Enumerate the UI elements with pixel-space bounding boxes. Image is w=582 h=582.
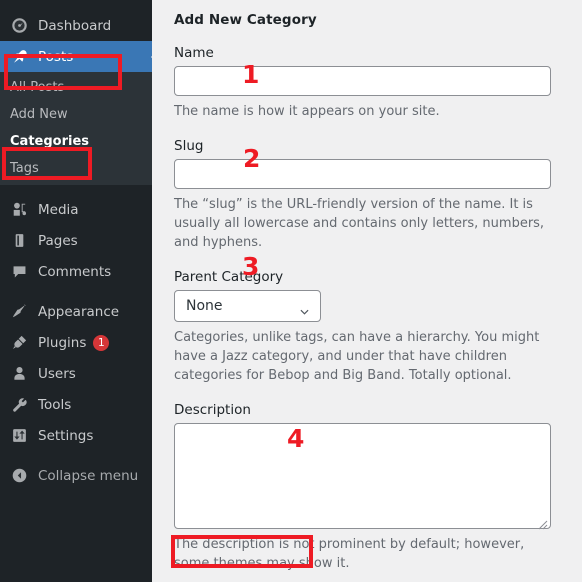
wordpress-admin-screen: Dashboard Posts All Posts Add New Catego… [0,0,582,582]
pin-icon [9,47,29,67]
collapse-arrow-icon [9,466,29,486]
resize-handle-icon[interactable] [537,515,548,530]
settings-sliders-icon [9,426,29,446]
sidebar-subitem-add-new[interactable]: Add New [0,101,152,128]
sidebar-item-label: Plugins [38,334,87,351]
plugins-update-badge: 1 [93,334,110,351]
posts-submenu: All Posts Add New Categories Tags [0,72,152,185]
sidebar-item-label: Users [38,365,76,382]
sidebar-item-collapse-menu[interactable]: Collapse menu [0,460,152,491]
sidebar-item-label: Collapse menu [38,467,139,484]
paintbrush-icon [9,302,29,322]
sidebar-item-label: Pages [38,232,78,249]
name-label: Name [174,45,214,61]
slug-label: Slug [174,138,204,154]
comment-bubble-icon [9,262,29,282]
sidebar-item-appearance[interactable]: Appearance [0,296,152,327]
sidebar-item-label: Appearance [38,303,120,320]
sidebar-item-pages[interactable]: Pages [0,225,152,256]
sidebar-item-posts[interactable]: Posts [0,41,152,72]
sidebar-subitem-all-posts[interactable]: All Posts [0,74,152,101]
sidebar-item-label: Posts [38,48,74,65]
parent-category-selected-value: None [186,298,223,314]
media-camera-icon [9,200,29,220]
plug-icon [9,333,29,353]
field-name: Name [174,45,582,96]
description-help-text: The description is not prominent by defa… [174,537,525,571]
sidebar-item-tools[interactable]: Tools [0,389,152,420]
active-menu-arrow-icon [138,41,152,72]
sidebar-item-settings[interactable]: Settings [0,420,152,451]
pages-icon [9,231,29,251]
sidebar-item-media[interactable]: Media [0,194,152,225]
chevron-down-icon [300,303,309,315]
slug-help-text: The “slug” is the URL-friendly version o… [174,197,545,250]
sidebar-item-comments[interactable]: Comments [0,256,152,287]
sidebar-item-label: Comments [38,263,112,280]
description-textarea[interactable] [174,423,551,530]
user-icon [9,364,29,384]
sidebar-subitem-categories[interactable]: Categories [0,128,152,155]
sidebar-item-dashboard[interactable]: Dashboard [0,10,152,41]
sidebar-subitem-tags[interactable]: Tags [0,155,152,182]
sidebar-item-label: Dashboard [38,17,112,34]
parent-category-select[interactable]: None [174,290,321,322]
sidebar-item-users[interactable]: Users [0,358,152,389]
sidebar-item-plugins[interactable]: Plugins 1 [0,327,152,358]
admin-sidebar: Dashboard Posts All Posts Add New Catego… [0,0,152,582]
page-title: Add New Category [174,12,317,28]
name-help-text: The name is how it appears on your site. [174,104,440,119]
field-parent-category: Parent Category None [174,269,582,322]
field-description: Description [174,402,582,530]
add-category-form-panel: Add New Category Name The name is how it… [152,0,582,582]
parent-category-label: Parent Category [174,269,284,285]
sidebar-separator-3 [0,451,152,460]
sidebar-top-spacer [0,0,152,10]
name-input[interactable] [174,66,551,96]
sidebar-separator-2 [0,287,152,296]
wrench-icon [9,395,29,415]
sidebar-item-label: Settings [38,427,94,444]
field-slug: Slug [174,138,582,189]
description-label: Description [174,402,251,418]
sidebar-separator [0,185,152,194]
slug-input[interactable] [174,159,551,189]
parent-category-help-text: Categories, unlike tags, can have a hier… [174,330,540,383]
sidebar-item-label: Media [38,201,79,218]
sidebar-item-label: Tools [38,396,72,413]
dashboard-gauge-icon [9,16,29,36]
